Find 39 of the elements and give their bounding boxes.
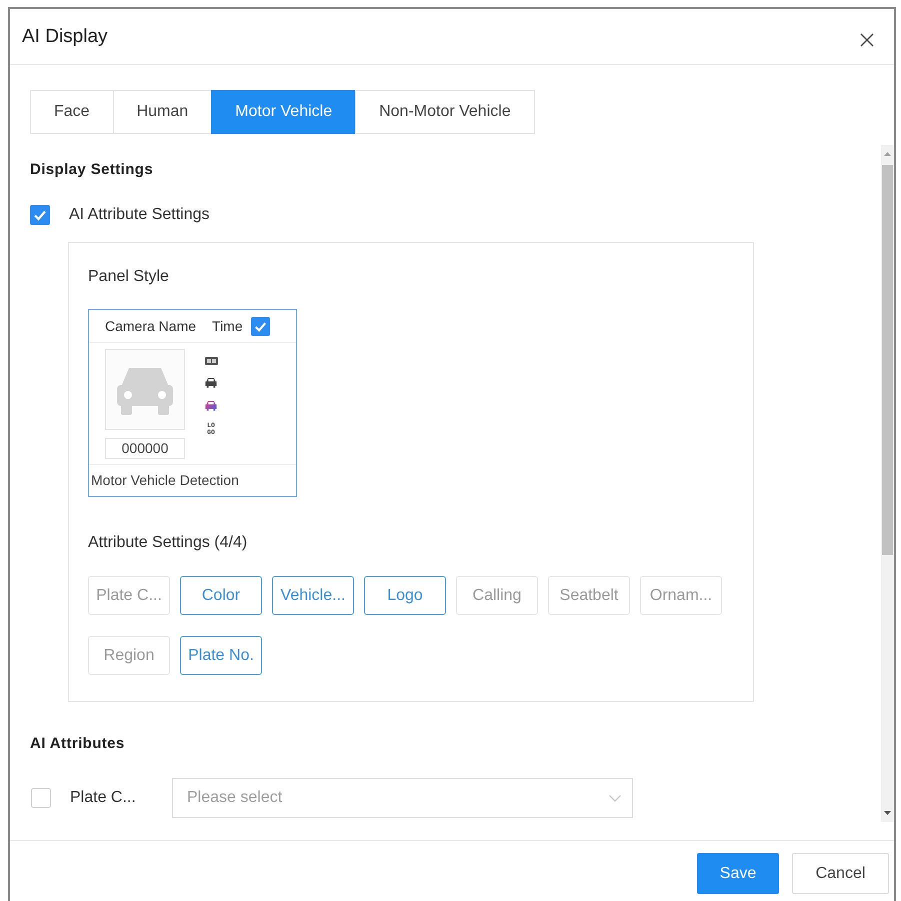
- attribute-option[interactable]: Region: [88, 636, 170, 675]
- select-field[interactable]: Please select: [172, 778, 633, 818]
- car-icon: [205, 377, 217, 388]
- checkbox[interactable]: [250, 316, 270, 336]
- close-icon[interactable]: [860, 32, 874, 46]
- time-text: Time: [212, 318, 243, 334]
- scrollbar[interactable]: [881, 145, 894, 822]
- save-button[interactable]: Save: [697, 853, 779, 894]
- attribute-option[interactable]: Plate C...: [88, 576, 170, 615]
- attribute-label: Plate C...: [70, 789, 137, 807]
- attribute-option[interactable]: Plate No.: [180, 636, 262, 675]
- chevron-down-icon: [609, 795, 621, 802]
- attribute-option[interactable]: Ornam...: [640, 576, 722, 615]
- attribute-settings-label: Attribute Settings (4/4): [88, 533, 248, 553]
- attribute-option[interactable]: Color: [180, 576, 262, 615]
- attribute-option[interactable]: Seatbelt: [548, 576, 630, 615]
- cancel-button[interactable]: Cancel: [792, 853, 889, 894]
- dialog-title: AI Display: [22, 26, 108, 48]
- tab[interactable]: Motor Vehicle: [211, 90, 356, 134]
- checkbox-label: AI Attribute Settings: [69, 206, 210, 224]
- section-title: Display Settings: [30, 161, 154, 179]
- section-title: AI Attributes: [30, 735, 126, 753]
- car-icon: [205, 400, 217, 411]
- attribute-option[interactable]: Calling: [456, 576, 538, 615]
- checkbox[interactable]: [30, 205, 50, 225]
- panel-style-label: Panel Style: [88, 267, 170, 287]
- caption-text: Motor Vehicle Detection: [89, 464, 296, 496]
- scrollbar-thumb[interactable]: [882, 165, 893, 555]
- camera-name-text: Camera Name: [105, 318, 196, 334]
- checkbox[interactable]: [31, 788, 51, 808]
- attribute-option[interactable]: Logo: [364, 576, 446, 615]
- attribute-option[interactable]: Vehicle...: [272, 576, 354, 615]
- tab[interactable]: Non-Motor Vehicle: [355, 90, 535, 134]
- plate-icon: [204, 357, 218, 365]
- plate-number: 000000: [105, 438, 185, 459]
- caret-down-icon[interactable]: [884, 811, 891, 815]
- caret-up-icon[interactable]: [884, 152, 891, 156]
- tab[interactable]: Human: [112, 90, 212, 134]
- tab[interactable]: Face: [30, 90, 114, 134]
